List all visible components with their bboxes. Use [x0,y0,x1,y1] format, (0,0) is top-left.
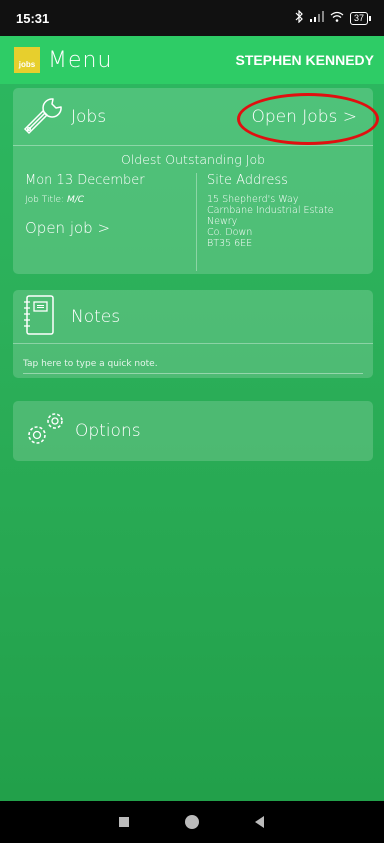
page-title: Menu [48,47,113,73]
notes-card: Notes [13,290,373,378]
battery-icon: 37 [349,11,372,25]
gears-icon [23,409,69,453]
address-lines: 15 Shepherd's Way Carnbane Industrial Es… [207,194,334,249]
job-title-label: Job Title: [25,195,65,205]
job-date: Mon 13 December [25,173,145,188]
site-address: Site Address 15 Shepherd's Way Carnbane … [197,173,334,271]
address-line: Newry [207,216,238,227]
back-button[interactable] [245,807,275,837]
oldest-job-label: Oldest Outstanding Job [120,152,266,167]
wrench-icon [23,95,65,139]
wifi-icon [330,11,344,25]
app-logo[interactable]: jobs [14,47,40,73]
job-title: Job Title: M/C [25,195,196,205]
job-title-value: M/C [66,195,85,205]
jobs-title-group[interactable]: Jobs [23,95,106,139]
jobs-title: Jobs [71,106,107,127]
options-card[interactable]: Options [13,401,373,461]
app-screen: jobs Menu STEPHEN KENNEDY Jobs Open Jobs… [0,36,384,801]
system-nav-bar [0,801,384,843]
status-icons: 37 [295,9,372,26]
notes-title: Notes [71,306,121,327]
header-left: jobs Menu [14,47,112,73]
notes-card-header[interactable]: Notes [13,290,373,344]
user-name[interactable]: STEPHEN KENNEDY [236,52,374,68]
bluetooth-icon [295,9,304,26]
address-line: Co. Down [207,227,253,238]
open-jobs-link[interactable]: Open Jobs > [237,92,379,145]
options-title: Options [75,421,141,441]
notebook-icon [23,294,57,340]
job-summary: Mon 13 December Job Title: M/C Open job … [13,173,197,271]
home-button[interactable] [177,807,207,837]
open-job-link[interactable]: Open job > [25,219,110,237]
jobs-card: Jobs Open Jobs > Oldest Outstanding Job … [13,88,379,274]
signal-icon [309,11,324,25]
quick-note-input[interactable] [23,354,363,374]
address-line: 15 Shepherd's Way [207,194,299,205]
site-address-heading: Site Address [207,173,288,188]
status-bar: 15:31 37 [0,0,384,36]
oldest-job-details: Mon 13 December Job Title: M/C Open job … [13,173,373,271]
recent-apps-button[interactable] [109,807,139,837]
options-card-header[interactable]: Options [13,401,373,461]
jobs-card-header: Jobs Open Jobs > [13,88,379,146]
status-time: 15:31 [16,10,50,26]
address-line: BT35 6EE [207,238,253,249]
address-line: Carnbane Industrial Estate [207,205,334,216]
app-header: jobs Menu STEPHEN KENNEDY [0,36,384,84]
